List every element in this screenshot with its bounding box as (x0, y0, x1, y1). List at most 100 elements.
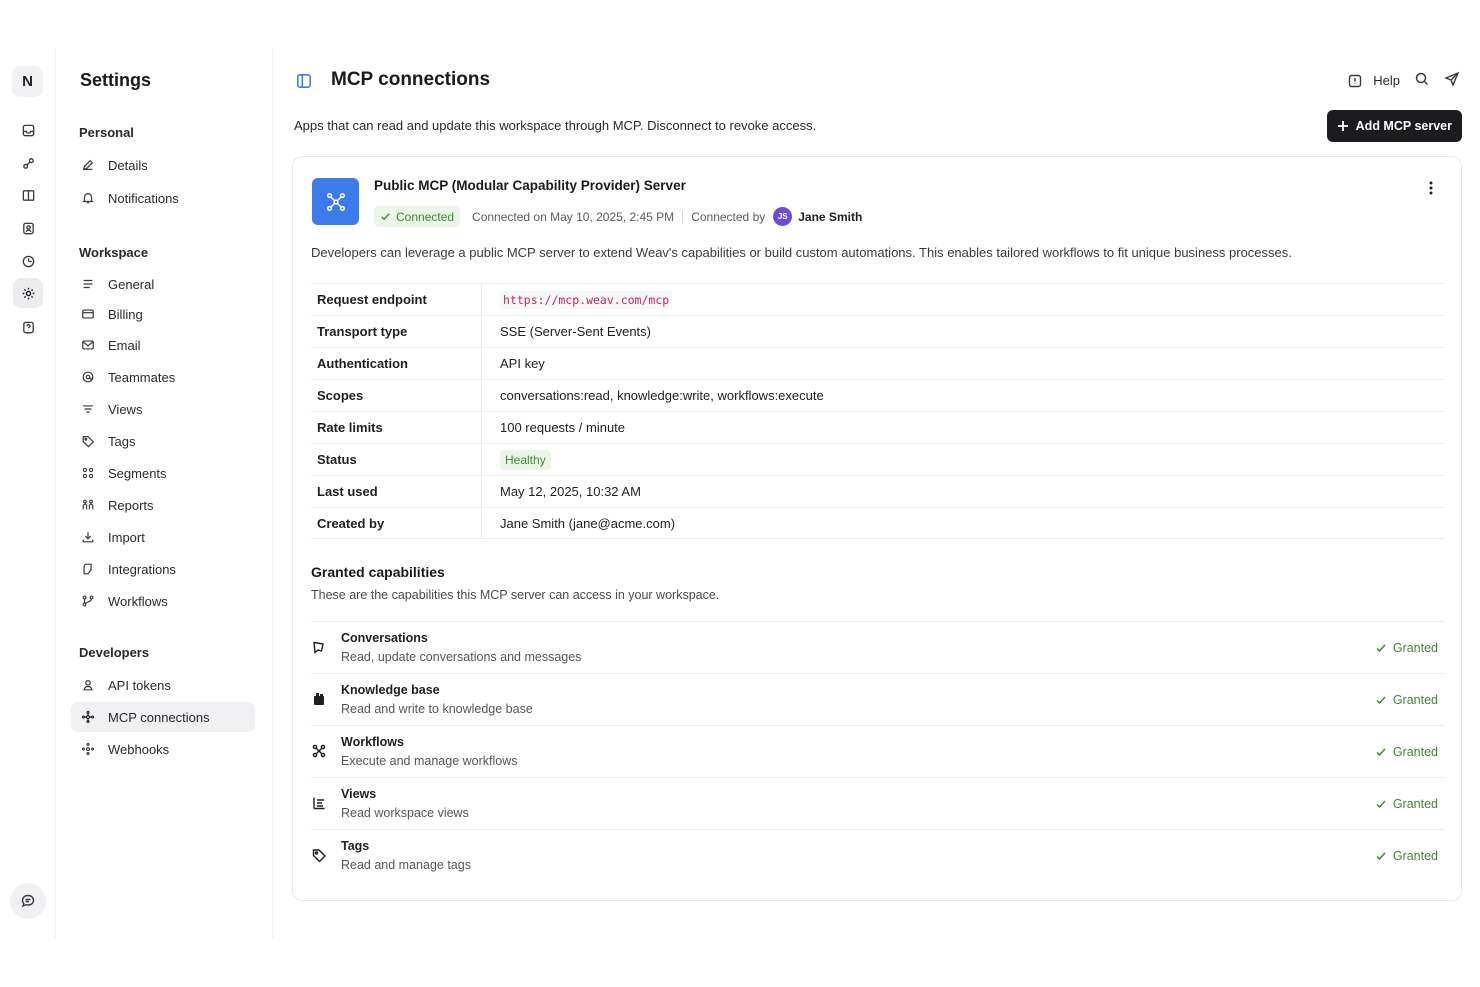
segments-icon (82, 467, 94, 479)
sidebar-item-views[interactable]: Views (71, 394, 255, 424)
sidebar-item-workflows[interactable]: Workflows (71, 586, 255, 616)
tag-icon (312, 849, 326, 863)
sidebar-item-billing[interactable]: Billing (71, 299, 255, 329)
search-button[interactable] (1414, 71, 1430, 90)
paper-plane-icon (1444, 71, 1460, 87)
link-icon (22, 157, 34, 169)
kebab-menu-icon (1429, 181, 1433, 195)
panel-toggle-icon (297, 74, 311, 88)
section-personal: Personal (79, 125, 134, 140)
clock-chart-icon (22, 255, 34, 267)
rail-inbox-button[interactable] (13, 115, 43, 145)
sidebar-item-integrations[interactable]: Integrations (71, 554, 255, 584)
status-badge: Connected (374, 206, 461, 227)
search-icon (1415, 72, 1429, 86)
mcp-server-card: Public MCP (Modular Capability Provider)… (292, 156, 1462, 901)
server-logo (312, 178, 359, 225)
book-open-icon (22, 189, 34, 201)
workflow-branch-icon (82, 595, 94, 607)
import-icon (82, 532, 94, 543)
send-button[interactable] (1444, 71, 1460, 90)
sidebar-item-notifications[interactable]: Notifications (71, 183, 255, 213)
sidebar-item-label: Integrations (108, 561, 176, 577)
table-row: Transport type SSE (Server-Sent Events) (311, 315, 1445, 347)
check-icon (1376, 800, 1386, 809)
page-subtitle: Apps that can read and update this works… (294, 118, 817, 133)
detail-key: Request endpoint (311, 284, 482, 315)
detail-key: Scopes (311, 380, 482, 411)
sidebar-item-reports[interactable]: Reports (71, 490, 255, 520)
app-window: N Settings Personal Details Notification… (0, 48, 1480, 938)
webhook-icon (81, 742, 95, 756)
pencil-icon (82, 159, 94, 171)
detail-value: https://mcp.weav.com/mcp (482, 291, 673, 309)
detail-value: Healthy (482, 449, 551, 470)
book-icon (314, 693, 324, 705)
sidebar-item-email[interactable]: Email (71, 330, 255, 360)
sidebar-item-label: Import (108, 529, 145, 545)
owner-name: Jane Smith (798, 209, 863, 224)
sidebar-item-label: Billing (108, 306, 143, 322)
person-icon (83, 680, 93, 691)
settings-title: Settings (80, 70, 152, 90)
sidebar-item-segments[interactable]: Segments (71, 458, 255, 488)
granted-status: Granted (1375, 849, 1438, 863)
page-title: MCP connections (331, 69, 491, 90)
chat-support-button[interactable] (10, 883, 46, 919)
capability-name: Views (341, 787, 377, 801)
granted-label: Granted (1392, 797, 1438, 811)
endpoint-url[interactable]: https://mcp.weav.com/mcp (500, 291, 673, 309)
bell-icon (82, 193, 94, 204)
list-item: Workflows Execute and manage workflows G… (311, 725, 1445, 777)
help-button[interactable]: Help (1347, 73, 1400, 89)
inbox-icon (22, 124, 34, 136)
rail-contacts-book-button[interactable] (13, 213, 43, 243)
granted-label: Granted (1392, 745, 1438, 759)
granted-label: Granted (1392, 693, 1438, 707)
detail-key: Status (311, 444, 482, 475)
sidebar-item-webhooks[interactable]: Webhooks (71, 734, 255, 764)
sidebar-item-general[interactable]: General (71, 269, 255, 299)
sidebar-item-label: General (108, 276, 155, 292)
health-badge: Healthy (500, 449, 551, 470)
sidebar-item-label: Teammates (108, 369, 176, 385)
rail-knowledge-button[interactable] (13, 180, 43, 210)
settings-sidebar: Settings Personal Details Notifications … (57, 48, 273, 938)
capability-name: Knowledge base (341, 683, 440, 697)
at-sign-icon (82, 371, 94, 383)
sidebar-item-label: Email (108, 337, 141, 353)
sidebar-item-teammates[interactable]: Teammates (71, 362, 255, 392)
table-row: Scopes conversations:read, knowledge:wri… (311, 379, 1445, 411)
check-circle-icon (381, 213, 390, 221)
list-icon (83, 279, 93, 289)
granted-status: Granted (1375, 641, 1438, 655)
capability-desc: Read, update conversations and messages (341, 650, 582, 664)
add-mcp-server-button[interactable]: Add MCP server (1326, 110, 1462, 142)
capability-name: Workflows (341, 735, 404, 749)
rail-settings-button[interactable] (13, 278, 43, 308)
rail-contacts-button[interactable] (13, 148, 43, 178)
table-row: Status Healthy (311, 443, 1445, 475)
sidebar-item-label: MCP connections (108, 709, 210, 725)
more-options-button[interactable] (1423, 179, 1439, 197)
rail-help-center-button[interactable] (13, 312, 43, 342)
sidebar-item-tags[interactable]: Tags (71, 426, 255, 456)
sidebar-item-mcp-connections[interactable]: MCP connections (71, 702, 255, 732)
sidebar-item-import[interactable]: Import (71, 522, 255, 552)
workspace-switcher[interactable]: N (12, 66, 43, 97)
sidebar-item-details[interactable]: Details (71, 150, 255, 180)
meta-divider (682, 209, 684, 224)
granted-status: Granted (1375, 797, 1438, 811)
help-book-icon (1349, 74, 1362, 87)
section-developers: Developers (79, 645, 150, 660)
sidebar-toggle-button[interactable] (294, 71, 314, 91)
rail-reports-button[interactable] (13, 246, 43, 276)
sidebar-item-label: Workflows (108, 593, 168, 609)
detail-value: May 12, 2025, 10:32 AM (500, 484, 641, 499)
detail-key: Authentication (311, 348, 482, 379)
detail-value: API key (500, 356, 545, 371)
sidebar-item-api-tokens[interactable]: API tokens (71, 670, 255, 700)
granted-label: Granted (1392, 849, 1438, 863)
server-description: Developers can leverage a public MCP ser… (311, 245, 1292, 260)
table-row: Rate limits 100 requests / minute (311, 411, 1445, 443)
